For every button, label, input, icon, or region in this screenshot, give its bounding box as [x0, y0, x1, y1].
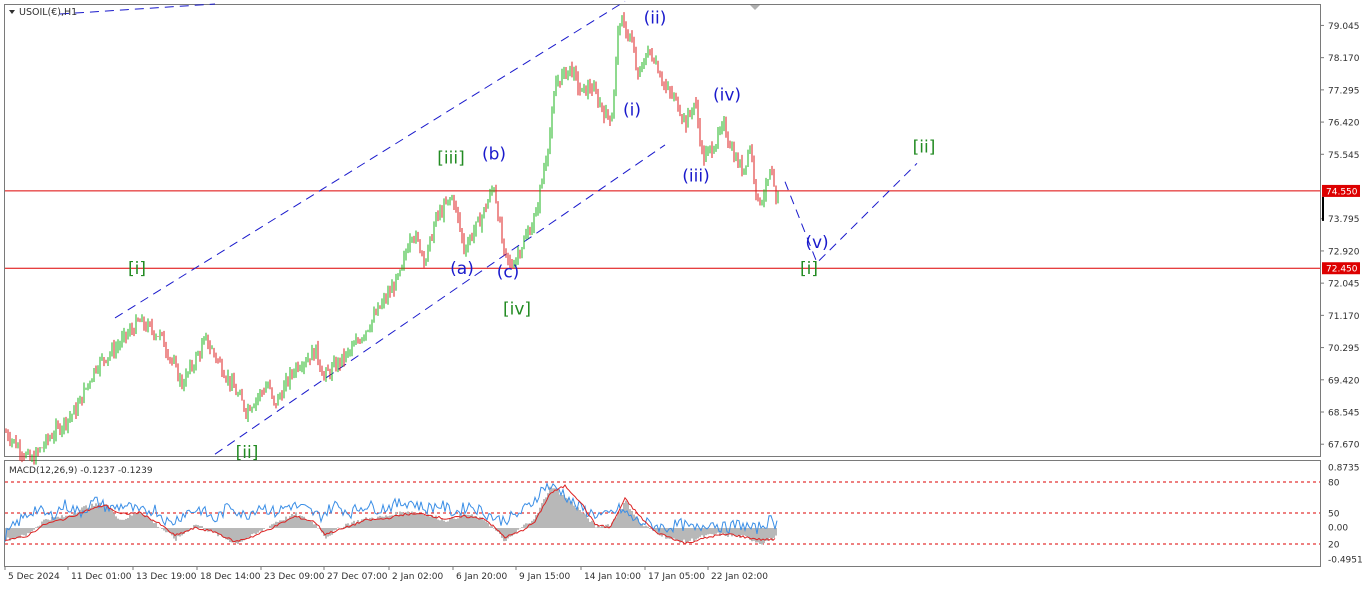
wave-label: (iii)	[682, 167, 709, 187]
time-tick-label: 2 Jan 02:00	[392, 572, 444, 582]
wave-label: (v)	[805, 233, 828, 253]
price-tick-label: 76.420	[1328, 119, 1360, 129]
price-tick-label: 78.170	[1328, 54, 1360, 64]
price-tick-label: 72.045	[1328, 280, 1360, 290]
time-tick-label: 6 Jan 20:00	[456, 572, 508, 582]
wave-label: [iii]	[437, 148, 464, 168]
price-tick-label: 69.420	[1328, 376, 1360, 386]
macd-tick-label: 80	[1328, 479, 1340, 489]
macd-tick-label: 20	[1328, 541, 1340, 551]
price-tick-label: 67.670	[1328, 441, 1360, 451]
time-tick-label: 11 Dec 01:00	[71, 572, 132, 582]
chart-window[interactable]: MACD(12,26,9) -0.1237 -0.1239 79.045 78.1…	[0, 0, 1366, 588]
price-tick-label: 75.545	[1328, 151, 1360, 161]
wave-label: [ii]	[913, 137, 936, 157]
time-tick-label: 27 Dec 07:00	[327, 572, 388, 582]
time-tick-label: 23 Dec 09:00	[264, 572, 325, 582]
symbol-label: USOIL(€),H1	[19, 7, 77, 18]
time-tick-label: 14 Jan 10:00	[584, 572, 641, 582]
wave-label: (i)	[623, 100, 641, 120]
macd-tick-label: -0.4951	[1328, 556, 1363, 566]
price-level-label: 74.550	[1326, 187, 1358, 197]
wave-label: [iv]	[503, 299, 531, 319]
time-tick-label: 5 Dec 2024	[8, 572, 60, 582]
time-tick-label: 18 Dec 14:00	[200, 572, 261, 582]
wave-label: (b)	[482, 145, 506, 165]
macd-title: MACD(12,26,9) -0.1237 -0.1239	[9, 466, 153, 476]
wave-label: [i]	[128, 259, 146, 279]
price-tick-label: 68.545	[1328, 409, 1360, 419]
price-tick-label: 71.170	[1328, 312, 1360, 322]
wave-label: [ii]	[236, 443, 259, 463]
wave-label: (iv)	[713, 86, 741, 106]
price-tick-label: 72.920	[1328, 247, 1360, 257]
time-tick-label: 9 Jan 15:00	[519, 572, 571, 582]
time-tick-label: 13 Dec 19:00	[136, 572, 197, 582]
time-tick-label: 22 Jan 02:00	[711, 572, 768, 582]
macd-tick-label: 0.8735	[1328, 464, 1360, 474]
macd-tick-label: 50	[1328, 510, 1340, 520]
wave-label: (a)	[450, 259, 474, 279]
chart-canvas[interactable]: MACD(12,26,9) -0.1237 -0.1239 79.045 78.1…	[0, 0, 1366, 588]
price-tick-label: 77.295	[1328, 86, 1360, 96]
price-tick-label: 73.795	[1328, 215, 1360, 225]
wave-label: [i]	[800, 259, 818, 279]
wave-label: (ii)	[644, 8, 667, 28]
wave-label: (c)	[497, 262, 520, 282]
time-tick-label: 17 Jan 05:00	[648, 572, 705, 582]
price-level-label: 72.450	[1326, 265, 1358, 275]
macd-tick-label: 0.00	[1328, 524, 1348, 534]
price-tick-label: 79.045	[1328, 22, 1360, 32]
price-tick-label: 70.295	[1328, 344, 1360, 354]
